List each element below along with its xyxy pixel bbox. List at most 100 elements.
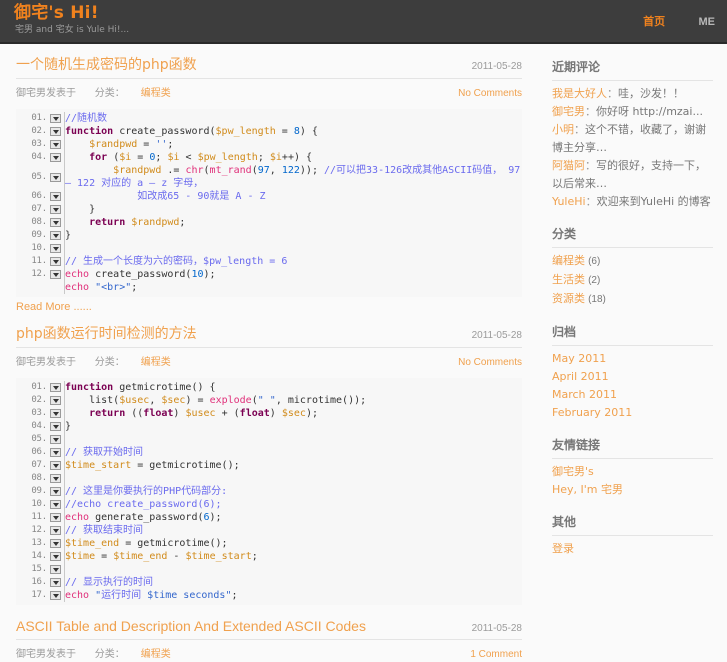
comment-author-link[interactable]: YuleHi	[552, 195, 586, 208]
post-category-link[interactable]: 编程类	[141, 357, 171, 368]
brand[interactable]: 御宅's Hi! 宅男 and 宅女 is Yule Hi!...	[14, 3, 129, 36]
post-category-link[interactable]: 编程类	[141, 649, 171, 660]
sidebar-link[interactable]: Hey, I'm 宅男	[552, 483, 623, 496]
code-content[interactable]: //随机数 function create_password($pw_lengt…	[65, 112, 523, 294]
chevron-down-icon[interactable]	[50, 114, 61, 123]
code-line-gutter: 05.	[16, 433, 64, 446]
code-line-number: 16.	[31, 577, 47, 587]
code-line-number: 04.	[31, 421, 47, 431]
code-line-gutter: 02.	[16, 125, 64, 138]
code-line-gutter: 12.	[16, 268, 64, 281]
chevron-down-icon[interactable]	[50, 383, 61, 392]
list-item: 编程类 (6)	[552, 252, 713, 271]
category-link[interactable]: 编程类	[552, 254, 585, 267]
chevron-down-icon[interactable]	[50, 257, 61, 266]
post-item: ASCII Table and Description And Extended…	[16, 605, 522, 662]
chevron-down-icon[interactable]	[50, 205, 61, 214]
site-title[interactable]: 御宅's Hi!	[14, 3, 129, 23]
chevron-down-icon[interactable]	[50, 474, 61, 483]
recent-comments-list: 我是大好人：哇，沙发！！ 御宅男：你好呀 http://mzai... 小明：这个不…	[552, 85, 713, 211]
code-line-number: 02.	[31, 126, 47, 136]
code-block: 01. 02. 03. 04. 05. 06. 07. 08. 09. 10. 11. 12. 13. 1…	[16, 378, 522, 605]
post-author: 御宅男发表于	[16, 88, 76, 99]
main-nav: 首页 ME	[613, 13, 715, 29]
chevron-down-icon[interactable]	[50, 422, 61, 431]
post-comments-link[interactable]: No Comments	[458, 357, 522, 368]
list-item: April 2011	[552, 368, 713, 386]
chevron-down-icon[interactable]	[50, 270, 61, 279]
code-line-gutter: 06.	[16, 190, 64, 203]
chevron-down-icon[interactable]	[50, 591, 61, 600]
comment-author-link[interactable]: 小明	[552, 123, 574, 136]
nav-item-me[interactable]: ME	[699, 16, 716, 28]
code-line-number: 07.	[31, 460, 47, 470]
category-link[interactable]: 资源类	[552, 292, 585, 305]
post-date: 2011-05-28	[471, 61, 522, 72]
post-title[interactable]: ASCII Table and Description And Extended…	[16, 617, 366, 635]
sidebar-link[interactable]: April 2011	[552, 370, 609, 383]
chevron-down-icon[interactable]	[50, 153, 61, 162]
code-line-gutter: 04.	[16, 151, 64, 164]
chevron-down-icon[interactable]	[50, 218, 61, 227]
code-text: //随机数 function create_password($pw_lengt…	[65, 113, 527, 293]
chevron-down-icon[interactable]	[50, 172, 61, 182]
list-item: 阿猫阿：写的很好，支持一下，以后常来…	[552, 157, 713, 193]
category-link[interactable]: 生活类	[552, 273, 585, 286]
chevron-down-icon[interactable]	[50, 140, 61, 149]
code-line-number: 11.	[31, 256, 47, 266]
chevron-down-icon[interactable]	[50, 500, 61, 509]
sidebar-link[interactable]: March 2011	[552, 388, 617, 401]
code-content[interactable]: function getmicrotime() { list($usec, $s…	[65, 381, 523, 602]
nav-item-home[interactable]: 首页	[643, 13, 665, 29]
post-header: ASCII Table and Description And Extended…	[16, 617, 522, 640]
code-line-number: 11.	[31, 512, 47, 522]
code-line-number: 12.	[31, 269, 47, 279]
chevron-down-icon[interactable]	[50, 578, 61, 587]
chevron-down-icon[interactable]	[50, 244, 61, 253]
post-meta: 御宅男发表于 分类： 编程类 No Comments	[16, 348, 522, 370]
post-title[interactable]: 一个随机生成密码的php函数	[16, 56, 197, 74]
chevron-down-icon[interactable]	[50, 435, 61, 444]
site-header: 御宅's Hi! 宅男 and 宅女 is Yule Hi!... 首页 ME	[0, 0, 727, 44]
comment-author-link[interactable]: 阿猫阿	[552, 159, 585, 172]
post-comments-link[interactable]: 1 Comment	[470, 649, 522, 660]
chevron-down-icon[interactable]	[50, 231, 61, 240]
widget-archives: 归档 May 2011 April 2011 March 2011 February …	[552, 323, 713, 422]
list-item: May 2011	[552, 350, 713, 368]
post-meta-left: 御宅男发表于 分类： 编程类	[16, 353, 187, 368]
post-item: 一个随机生成密码的php函数 2011-05-28 御宅男发表于 分类： 编程类 …	[16, 44, 522, 313]
post-comments-link[interactable]: No Comments	[458, 88, 522, 99]
chevron-down-icon[interactable]	[50, 513, 61, 522]
chevron-down-icon[interactable]	[50, 487, 61, 496]
widget-title: 其他	[552, 513, 713, 536]
list-item: 资源类 (18)	[552, 290, 713, 309]
code-gutter: 01. 02. 03. 04. 05. 06. 07. 08. 09. 10. 11. 12. 13. 1…	[16, 381, 65, 602]
sidebar-link[interactable]: May 2011	[552, 352, 606, 365]
post-title[interactable]: php函数运行时间检测的方法	[16, 325, 197, 343]
post-category-link[interactable]: 编程类	[141, 88, 171, 99]
chevron-down-icon[interactable]	[50, 539, 61, 548]
chevron-down-icon[interactable]	[50, 127, 61, 136]
chevron-down-icon[interactable]	[50, 448, 61, 457]
chevron-down-icon[interactable]	[50, 526, 61, 535]
chevron-down-icon[interactable]	[50, 565, 61, 574]
post-meta-left: 御宅男发表于 分类： 编程类	[16, 645, 187, 660]
comment-author-link[interactable]: 御宅男	[552, 105, 585, 118]
list-item: 我是大好人：哇，沙发！！	[552, 85, 713, 103]
sidebar-link[interactable]: 登录	[552, 542, 574, 555]
list-item: YuleHi：欢迎来到YuleHi 的博客	[552, 193, 713, 211]
post-meta: 御宅男发表于 分类： 编程类 No Comments	[16, 79, 522, 101]
read-more-link[interactable]: Read More ......	[16, 301, 522, 313]
chevron-down-icon[interactable]	[50, 552, 61, 561]
sidebar-link[interactable]: February 2011	[552, 406, 632, 419]
widget-title: 分类	[552, 225, 713, 248]
comment-separator: ：	[585, 159, 596, 172]
widget-title: 近期评论	[552, 58, 713, 81]
chevron-down-icon[interactable]	[50, 409, 61, 418]
chevron-down-icon[interactable]	[50, 396, 61, 405]
sidebar-link[interactable]: 御宅男's	[552, 465, 594, 478]
blogroll-list: 御宅男's Hey, I'm 宅男	[552, 463, 713, 499]
chevron-down-icon[interactable]	[50, 192, 61, 201]
chevron-down-icon[interactable]	[50, 461, 61, 470]
comment-author-link[interactable]: 我是大好人	[552, 87, 607, 100]
